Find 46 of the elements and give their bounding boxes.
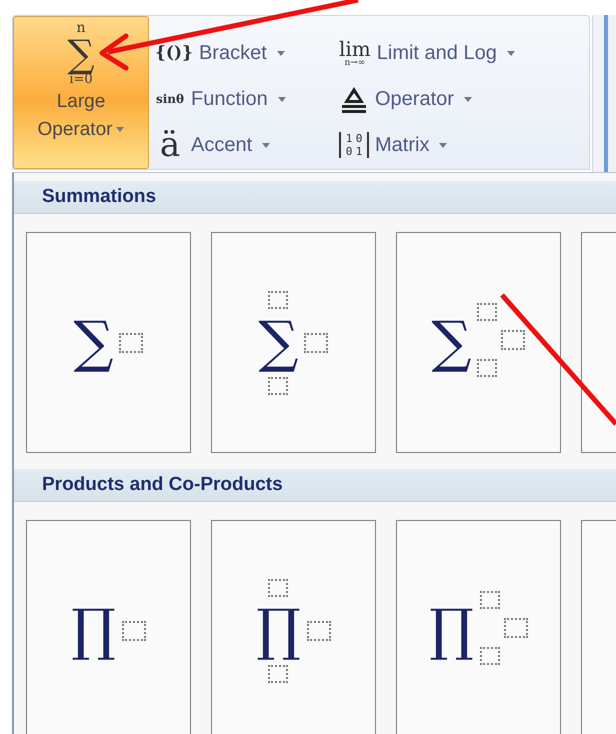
caret-icon <box>276 50 285 56</box>
ribbon-command[interactable]: {()} Bracket <box>155 30 339 76</box>
operator-symbol: ∑ <box>432 314 472 370</box>
operator-symbol: ∏ <box>71 602 116 658</box>
ribbon-command[interactable]: ä Accent <box>155 122 339 168</box>
gallery-tile[interactable]: ∏ <box>396 520 561 734</box>
placeholder-box <box>501 330 526 350</box>
placeholder-box <box>304 332 328 352</box>
gallery-tile[interactable]: ∏ <box>26 520 191 734</box>
placeholder-box <box>477 303 498 321</box>
limit-icon: lim n→∞ <box>339 38 371 68</box>
placeholder-box <box>119 332 144 352</box>
caret-icon <box>278 96 286 102</box>
placeholder-box <box>477 359 498 377</box>
section-header: Products and Co-Products <box>14 469 616 502</box>
caret-icon <box>439 142 448 148</box>
placeholder-box <box>268 376 288 394</box>
gallery-tile[interactable]: ∏ <box>211 520 376 734</box>
placeholder-box <box>268 664 288 682</box>
placeholder-box <box>268 290 288 308</box>
gallery-tile[interactable]: ∑ <box>396 232 561 453</box>
caret-icon <box>506 50 515 56</box>
section-header: Summations <box>14 181 616 214</box>
placeholder-box <box>480 647 500 665</box>
gallery-tile[interactable]: ∑ <box>211 232 376 453</box>
ribbon-command[interactable]: Operator <box>339 76 579 122</box>
operator-symbol: ∏ <box>256 602 301 658</box>
ribbon-command[interactable]: sinθ Function <box>155 76 339 122</box>
operator-symbol: ∏ <box>429 602 474 658</box>
function-icon: sinθ <box>155 92 185 106</box>
caret-icon <box>116 127 124 132</box>
caret-icon <box>262 142 270 148</box>
large-operator-button[interactable]: n ∑ i=0 Large Operator <box>13 16 149 169</box>
accent-icon: ä <box>155 128 185 162</box>
summation-icon: n ∑ i=0 <box>67 21 95 86</box>
ribbon-command[interactable]: 1 0 0 1 Matrix <box>339 122 579 168</box>
bracket-icon: {()} <box>155 43 193 63</box>
placeholder-box <box>306 620 331 640</box>
placeholder-box <box>122 620 146 640</box>
caret-icon <box>464 96 472 102</box>
operator-symbol: ∑ <box>74 314 114 370</box>
placeholder-box <box>504 618 528 638</box>
placeholder-box <box>268 578 288 596</box>
placeholder-box <box>480 591 500 609</box>
gallery-tile[interactable]: ∑ <box>26 232 191 453</box>
operator-symbol: ∑ <box>258 314 298 370</box>
